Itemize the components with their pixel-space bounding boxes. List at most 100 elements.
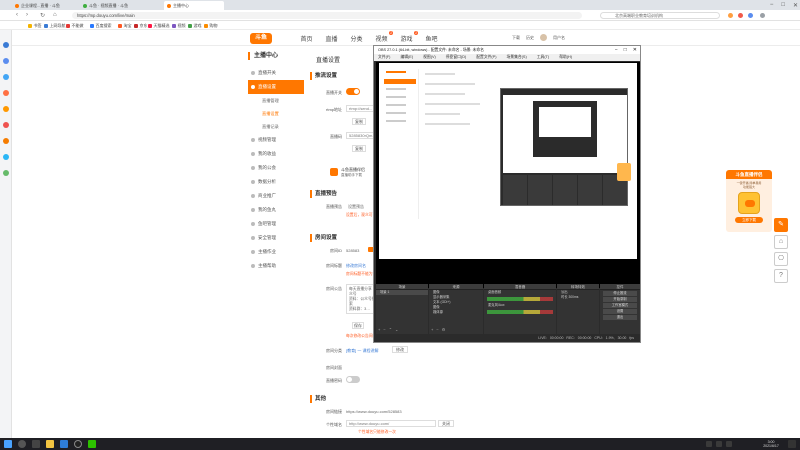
wechat-icon[interactable] [88,440,96,448]
custom-domain-select[interactable]: 关闭 [438,420,454,427]
sidebar-item[interactable]: 主播帮助 [248,259,304,273]
task-view-icon[interactable] [32,440,40,448]
bookmark-item[interactable]: 购物 [204,23,218,29]
site-logo[interactable]: 斗鱼 [250,32,272,44]
menu-profile[interactable]: 配置文件(P) [476,54,496,61]
menu-icon[interactable] [760,13,765,18]
maximize-icon[interactable]: □ [781,2,785,8]
avatar[interactable] [540,34,547,41]
start-recording-button[interactable]: 开始录制 [603,297,637,302]
menu-edit[interactable]: 编辑(E) [400,54,413,61]
sidebar-app-icon[interactable] [3,90,9,96]
exit-button[interactable]: 退出 [603,315,637,320]
copy-rtmp-button[interactable]: 复制 [352,118,366,125]
sidebar-app-icon[interactable] [3,154,9,160]
source-item[interactable]: 媒体源 [429,310,483,315]
clock[interactable]: 3:00 2021/6/17 [758,440,784,448]
notification-icon[interactable] [788,440,796,448]
file-explorer-icon[interactable] [46,440,54,448]
sidebar-app-icon[interactable] [3,42,9,48]
search-icon[interactable] [18,440,26,448]
history-link[interactable]: 历史 [526,35,534,41]
menu-tools[interactable]: 工具(T) [537,54,549,61]
extension-icon[interactable] [728,13,733,18]
browser-tab-2[interactable]: 斗鱼 · 视频直播 · 斗鱼 [80,1,140,10]
edit-room-name-link[interactable]: 修改房间名 [346,263,366,269]
gear-icon[interactable]: ⚙ [442,327,446,332]
bookmark-item[interactable]: 书签 [28,23,42,29]
nav-home[interactable]: 首页 [294,34,319,43]
sidebar-item[interactable]: 视频管理 [248,133,304,147]
add-icon[interactable]: + [378,327,380,332]
sidebar-item[interactable]: 我的收益 [248,147,304,161]
browser-tab-1[interactable]: 企业课程...直播 · 斗鱼 [12,1,72,10]
sidebar-subitem-active[interactable]: 直播设置 [248,107,304,120]
help-icon[interactable]: ? [774,269,788,283]
forward-icon[interactable]: › [26,12,28,18]
sidebar-app-icon[interactable] [3,106,9,112]
password-toggle[interactable] [346,376,360,383]
bookmark-item[interactable]: 淘宝 [118,23,132,29]
menu-scene-collection[interactable]: 场景集合(S) [506,54,526,61]
extension-icon[interactable] [738,13,743,18]
maximize-icon[interactable]: □ [624,46,627,54]
up-icon[interactable]: ⌃ [389,327,392,332]
search-input[interactable]: 北京高端职业教育培训机构 [600,12,720,19]
sidebar-item-live-settings[interactable]: 直播设置 [248,80,304,94]
sidebar-item[interactable]: 鱼吧管理 [248,217,304,231]
sidebar-subitem[interactable]: 直播记录 [248,120,304,133]
sidebar-app-icon[interactable] [3,170,9,176]
obs-icon[interactable] [74,440,82,448]
download-link[interactable]: 下载 [512,35,520,41]
sidebar-app-icon[interactable] [3,58,9,64]
menu-view[interactable]: 视图(V) [423,54,436,61]
obs-preview-canvas[interactable] [376,62,640,288]
menu-file[interactable]: 文件(F) [378,54,390,61]
menu-docks[interactable]: 停靠窗口(D) [446,54,466,61]
sidebar-item[interactable]: 商业推广 [248,189,304,203]
bookmark-item[interactable]: 不能做 [66,23,84,29]
feedback-icon[interactable]: ✎ [774,218,788,232]
bookmark-item[interactable]: 天猫精选 [148,23,170,29]
sidebar-app-icon[interactable] [3,74,9,80]
obs-window[interactable]: OBS 27.0.1 (64-bit, windows) - 配置文件: 未命名… [373,45,641,343]
tray-icon[interactable] [706,441,712,447]
notice-value[interactable]: 设置预告 [348,204,364,210]
sidebar-item[interactable]: 安全管理 [248,231,304,245]
ad-download-button[interactable]: 立即下载 [735,217,763,223]
extension-icon[interactable] [748,13,753,18]
refresh-icon[interactable]: ↻ [40,12,45,19]
nav-live[interactable]: 直播 [319,34,344,43]
sidebar-app-icon[interactable] [3,138,9,144]
browser-tab-3[interactable]: 主播中心 [164,1,224,10]
sidebar-app-icon[interactable] [3,122,9,128]
bookmark-item[interactable]: 百度搜索 [90,23,112,29]
scene-item[interactable]: 场景 1 [376,290,428,295]
nav-yuba[interactable]: 鱼吧 [419,34,444,43]
save-notice-button[interactable]: 保存 [352,322,364,329]
close-icon[interactable]: ✕ [793,2,798,9]
live-switch-toggle[interactable] [346,88,360,95]
remove-icon[interactable]: − [383,327,385,332]
studio-mode-button[interactable]: 工作室模式 [603,303,637,308]
sidebar-item[interactable]: 数据分析 [248,175,304,189]
browser-icon[interactable] [60,440,68,448]
url-input[interactable]: https://mp.douyu.com/live/main [72,12,582,19]
copy-code-button[interactable]: 复制 [352,145,366,152]
tray-icon[interactable] [716,441,722,447]
add-icon[interactable]: + [431,327,433,332]
share-icon[interactable]: ⎔ [774,252,788,266]
stop-streaming-button[interactable]: 停止推流 [603,291,637,296]
nav-category[interactable]: 分类 [344,34,369,43]
back-icon[interactable]: ‹ [16,12,18,18]
bookmark-item[interactable]: 京东 [134,23,148,29]
bookmark-item[interactable]: 视频 [172,23,186,29]
home-icon[interactable]: ⌂ [53,12,57,18]
home-icon[interactable]: ⌂ [774,235,788,249]
sidebar-item[interactable]: 我的鱼丸 [248,203,304,217]
transition-duration[interactable]: 时长 300ms [557,295,599,300]
room-link-value[interactable]: https://www.douyu.com/528583 [346,409,402,414]
down-icon[interactable]: ⌄ [395,327,398,332]
volume-meter[interactable] [487,310,553,314]
obs-title-bar[interactable]: OBS 27.0.1 (64-bit, windows) - 配置文件: 未命名… [374,46,640,54]
